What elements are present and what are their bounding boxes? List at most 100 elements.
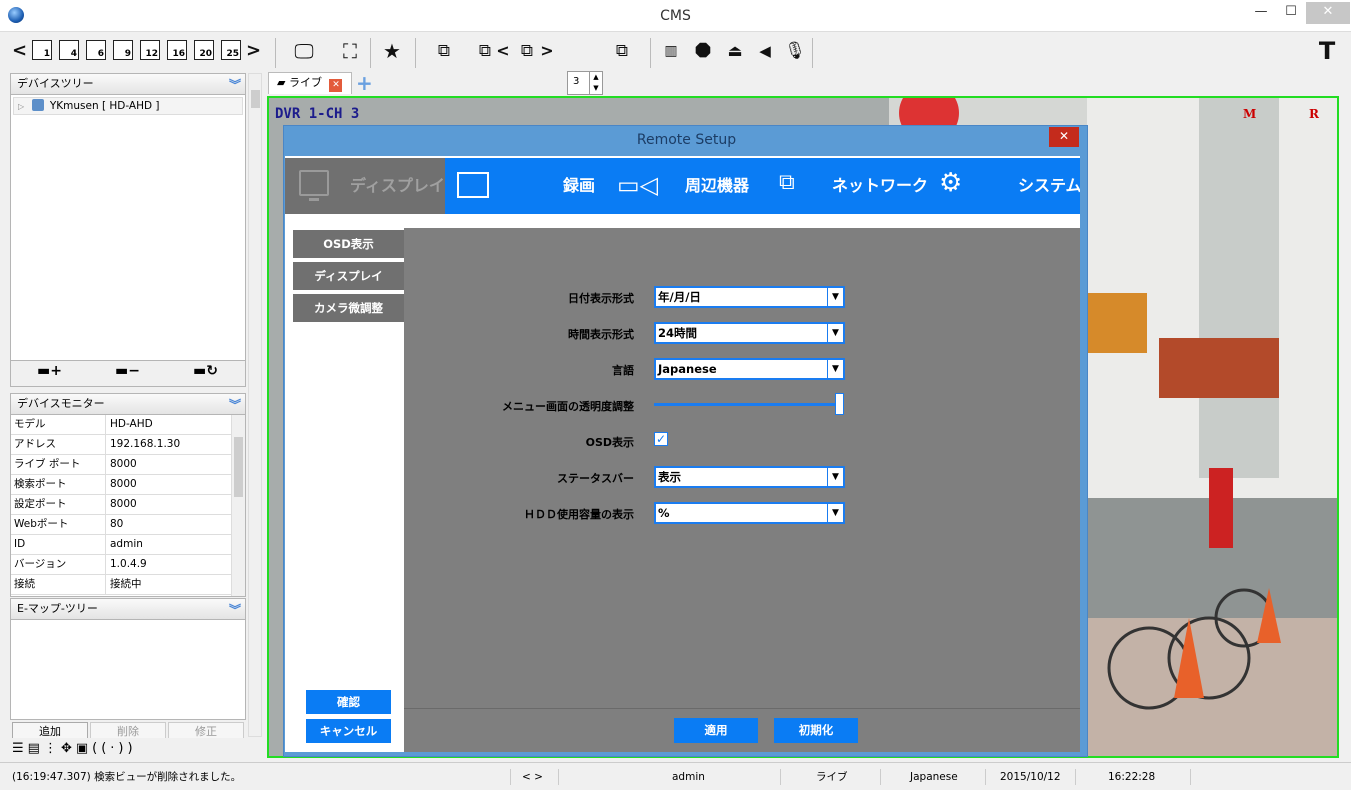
monitor-key: ID (11, 535, 106, 554)
tab-system[interactable]: システム (1018, 158, 1080, 214)
minimize-button[interactable]: — (1246, 2, 1276, 24)
collapse-chevron-icon[interactable]: ︾ (229, 395, 241, 415)
log-icon[interactable]: ▣ (76, 741, 92, 756)
layout-16-button[interactable]: 16 (167, 40, 187, 60)
hdd-usage-select[interactable]: % ▼ (654, 502, 845, 524)
dropdown-arrow-icon[interactable]: ▼ (827, 468, 843, 486)
status-bar-value: 表示 (658, 470, 681, 484)
ptz-move-icon[interactable]: ✥ (61, 741, 76, 756)
fullscreen-icon[interactable]: ⛶ (336, 40, 364, 64)
emap-add-button[interactable]: 追加 (12, 722, 88, 738)
add-device-icon[interactable]: ▬+ (37, 363, 62, 379)
scroll-prev-button[interactable]: < (496, 40, 510, 64)
tab-close-button[interactable]: ✕ (329, 79, 343, 92)
monitor-value: HD-AHD (110, 418, 153, 430)
settings-tools-icon[interactable]: T (1314, 39, 1340, 64)
dropdown-arrow-icon[interactable]: ▼ (827, 360, 843, 378)
dialog-close-button[interactable]: ✕ (1049, 127, 1079, 147)
monitor-row: モデル HD-AHD (11, 415, 231, 435)
tab-live[interactable]: ▰ ライブ ✕ (268, 72, 352, 94)
scrollbar-thumb[interactable] (251, 90, 260, 108)
layout-12-button[interactable]: 12 (140, 40, 160, 60)
transparency-slider-track[interactable] (654, 403, 835, 406)
window-prev-icon[interactable]: ⧉ (474, 40, 496, 64)
reset-button[interactable]: 初期化 (774, 718, 858, 743)
emap-delete-button[interactable]: 削除 (90, 722, 166, 738)
language-select[interactable]: Japanese ▼ (654, 358, 845, 380)
emap-header[interactable]: E-マップ-ツリー ︾ (10, 598, 246, 620)
window-next-icon[interactable]: ⧉ (516, 40, 538, 64)
emap-modify-button[interactable]: 修正 (168, 722, 244, 738)
monitor-row: 検索ポート 8000 (11, 475, 231, 495)
window-move-icon[interactable]: ⧉ (608, 40, 636, 64)
edit-device-icon[interactable]: ▬↻ (193, 363, 218, 379)
hdd-usage-label: ＨＤＤ使用容量の表示 (524, 508, 634, 521)
layout-1-button[interactable]: 1 (32, 40, 52, 60)
hdd-icon[interactable]: ⏏ (722, 40, 748, 64)
scroll-next-button[interactable]: > (540, 40, 554, 64)
side-camera-adjust[interactable]: カメラ微調整 (293, 294, 404, 322)
tree-view-icon[interactable]: ⋮ (44, 741, 61, 756)
apply-button[interactable]: 適用 (674, 718, 758, 743)
dropdown-arrow-icon[interactable]: ▼ (827, 504, 843, 522)
transparency-slider-thumb[interactable] (835, 393, 844, 415)
status-nav-buttons[interactable]: < > (522, 766, 552, 788)
list-view-icon[interactable]: ☰ (12, 741, 28, 756)
side-display[interactable]: ディスプレイ (293, 262, 404, 290)
spinner-arrows-icon[interactable]: ▲ ▼ (589, 72, 602, 94)
device-tree-item[interactable]: ▷ YKmusen [ HD-AHD ] (13, 97, 243, 115)
layout-6-button[interactable]: 6 (86, 40, 106, 60)
monitor-row: 接続 接続中 (11, 575, 231, 595)
status-bar-select[interactable]: 表示 ▼ (654, 466, 845, 488)
monitor-key: 接続 (11, 575, 106, 594)
confirm-button[interactable]: 確認 (306, 690, 391, 714)
osd-display-checkbox[interactable]: ✓ (654, 432, 668, 446)
maximize-button[interactable]: ☐ (1276, 2, 1306, 24)
add-tab-button[interactable]: + (356, 72, 376, 94)
split-count-spinner[interactable]: 3 ▲ ▼ (567, 71, 603, 95)
emap-actions: 追加 削除 修正 (10, 720, 246, 738)
layout-prev-button[interactable]: < (12, 40, 27, 64)
scrollbar-thumb[interactable] (234, 437, 243, 497)
side-osd-display[interactable]: OSD表示 (293, 230, 404, 258)
layout-4-button[interactable]: 4 (59, 40, 79, 60)
layout-20-button[interactable]: 20 (194, 40, 214, 60)
close-window-button[interactable]: ✕ (1306, 2, 1350, 24)
device-monitor-table: モデル HD-AHD アドレス 192.168.1.30 ライブ ポート 8000 検索ポー… (10, 415, 246, 597)
tab-peripheral[interactable]: 周辺機器 (685, 158, 749, 214)
device-tree-header[interactable]: デバイスツリー ︾ (10, 73, 246, 95)
dropdown-arrow-icon[interactable]: ▼ (827, 288, 843, 306)
layout-next-button[interactable]: > (246, 40, 261, 64)
window-stack-icon[interactable]: ⧉ (430, 40, 458, 64)
layout-9-button[interactable]: 9 (113, 40, 133, 60)
favorite-star-icon[interactable]: ★ (378, 40, 406, 64)
cancel-button[interactable]: キャンセル (306, 719, 391, 743)
monitor-row: ID admin (11, 535, 231, 555)
monitor-value: 1.0.4.9 (110, 558, 147, 570)
remote-setup-dialog: Remote Setup ✕ ディスプレイ 録画 ▭◁ 周辺機器 ⧉ ネットワー… (283, 125, 1088, 757)
wireless-icon[interactable]: ((·)) (92, 741, 136, 756)
tab-record[interactable]: 録画 (563, 158, 595, 214)
remove-device-icon[interactable]: ▬− (115, 363, 140, 379)
monitor-sequence-icon[interactable]: 🖵 (284, 40, 324, 64)
tab-display[interactable]: ディスプレイ (285, 158, 445, 214)
layout-25-button[interactable]: 25 (221, 40, 241, 60)
stop-octagon-icon[interactable]: ⯃ (690, 40, 716, 64)
device-monitor-header[interactable]: デバイスモニター ︾ (10, 393, 246, 415)
collapse-chevron-icon[interactable]: ︾ (229, 600, 241, 620)
date-format-select[interactable]: 年/月/日 ▼ (654, 286, 845, 308)
collapse-chevron-icon[interactable]: ︾ (229, 75, 241, 95)
left-panel-scrollbar[interactable] (248, 73, 262, 737)
film-record-icon[interactable]: ▥ (658, 40, 684, 64)
monitor-value: 8000 (110, 498, 137, 510)
speaker-icon[interactable]: ◀ (754, 40, 776, 64)
expand-arrow-icon[interactable]: ▷ (18, 102, 24, 111)
dropdown-arrow-icon[interactable]: ▼ (827, 324, 843, 342)
monitor-scrollbar[interactable] (231, 415, 245, 596)
time-format-select[interactable]: 24時間 ▼ (654, 322, 845, 344)
microphone-icon[interactable]: 🎙 (784, 40, 806, 64)
bottom-tool-icons: ☰▤⋮✥▣((·)) (12, 741, 252, 759)
tab-network[interactable]: ネットワーク (832, 158, 928, 214)
table-view-icon[interactable]: ▤ (28, 741, 44, 756)
status-divider (985, 769, 986, 785)
